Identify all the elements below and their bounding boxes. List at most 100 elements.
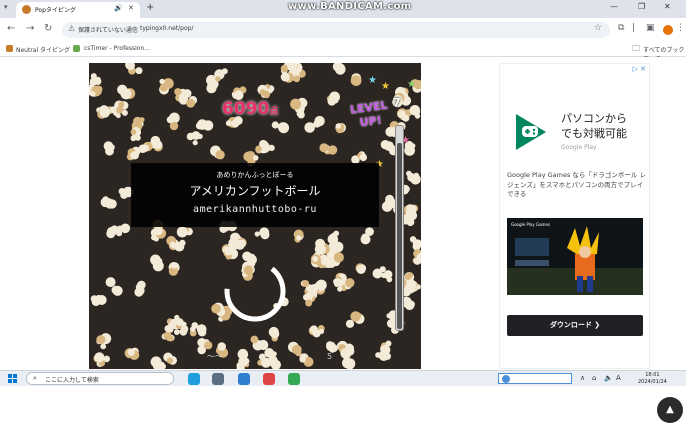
taskbar-search-box[interactable]: ⌕ ここに入力して検索 <box>26 372 174 385</box>
popcorn-kernel <box>168 262 180 276</box>
popcorn-kernel <box>96 333 112 350</box>
security-label: 保護されていない通信 <box>78 27 138 34</box>
windows-start-icon[interactable] <box>8 374 17 383</box>
ad-image-header: Google Play Games <box>511 222 550 227</box>
minimize-icon[interactable]: — <box>610 2 618 11</box>
tab-strip: ▾ Popタイピング 🔊 ✕ + www.BANDICAM.com — ❐ ✕ <box>0 0 686 18</box>
bookmarks-bar: Neutral タイピング csTimer - Profession... 🗀 … <box>0 42 686 63</box>
taskbar-clock[interactable]: 18:01 2024/01/24 <box>638 372 667 386</box>
popcorn-kernel <box>93 352 110 367</box>
menu-icon[interactable]: ⋮ <box>676 23 685 33</box>
sparkle-star-icon: ★ <box>407 79 416 90</box>
ad-choices-icon[interactable]: ▷ ✕ <box>633 65 646 73</box>
close-tab-icon[interactable]: ✕ <box>128 4 134 12</box>
popcorn-kernel <box>161 331 175 342</box>
popcorn-kernel <box>383 270 393 283</box>
popcorn-kernel <box>409 105 421 119</box>
sidebar-icon[interactable]: | <box>632 23 635 33</box>
chrome-app-icon[interactable] <box>288 373 300 385</box>
tab-title: Popタイピング <box>35 7 76 14</box>
popcorn-kernel <box>345 311 365 328</box>
maximize-icon[interactable]: ❐ <box>638 2 645 11</box>
new-tab-button[interactable]: + <box>146 2 154 13</box>
bottom-status: 〜〜 5 <box>207 352 333 361</box>
popcorn-kernel <box>342 357 356 369</box>
browser-toolbar: ← → ↻ ⚠ 保護されていない通信 typingx0.net/pop/ ☆ ⧉… <box>0 18 686 42</box>
bookmark-cstimer[interactable]: csTimer - Profession... <box>84 45 150 52</box>
taskbar-widget[interactable] <box>498 373 572 384</box>
advertisement[interactable]: ▷ ✕ パソコンから でも対戦可能 Google Play Google Pla… <box>499 63 650 369</box>
popcorn-kernel <box>100 196 117 209</box>
bookmark-star-icon[interactable]: ☆ <box>594 23 602 33</box>
popcorn-kernel <box>268 326 280 342</box>
bookmark-favicon-icon <box>73 45 80 52</box>
back-icon[interactable]: ← <box>7 23 15 34</box>
tab-search-icon[interactable]: ▾ <box>4 3 8 11</box>
popcorn-kernel <box>163 352 177 365</box>
popcorn-kernel <box>126 146 141 161</box>
scroll-to-top-button[interactable]: ▲ <box>657 397 683 423</box>
popcorn-kernel <box>360 227 374 245</box>
extensions-icon[interactable]: ⧉ <box>618 23 624 33</box>
tray-chevron-icon[interactable]: ∧ <box>580 374 585 382</box>
ad-brand: Google Play <box>561 144 597 151</box>
popcorn-kernel <box>332 63 346 75</box>
popcorn-kernel <box>130 127 142 142</box>
url-text[interactable]: typingx0.net/pop/ <box>140 25 193 32</box>
typing-game-area[interactable]: ★★★★★★ 6090点 LEVEL UP! 7 あめりかんふっとぼーる アメリ… <box>89 63 421 369</box>
ime-icon[interactable]: A <box>616 374 621 382</box>
download-button[interactable]: ダウンロード ❯ <box>507 315 643 336</box>
popcorn-kernel <box>250 335 269 351</box>
popcorn-kernel <box>375 344 391 361</box>
bandicam-record-app-icon[interactable] <box>263 373 275 385</box>
ad-image[interactable]: Google Play Games <box>507 218 643 295</box>
popcorn-kernel <box>326 91 340 106</box>
bookmark-neutral-typing[interactable]: Neutral タイピング <box>16 45 70 54</box>
forward-icon[interactable]: → <box>26 23 34 34</box>
popcorn-kernel <box>351 151 367 164</box>
popcorn-kernel <box>89 73 102 87</box>
profile-avatar[interactable] <box>663 25 673 35</box>
popcorn-kernel <box>300 280 314 292</box>
popcorn-kernel <box>103 141 115 156</box>
edge-app-icon[interactable] <box>188 373 200 385</box>
popcorn-kernel <box>303 291 316 307</box>
popcorn-kernel <box>254 227 270 240</box>
popcorn-kernel <box>223 248 239 260</box>
popcorn-kernel <box>255 141 270 154</box>
camera-app-icon[interactable] <box>212 373 224 385</box>
side-panel-icon[interactable]: ▣ <box>646 23 655 33</box>
popcorn-kernel <box>134 280 146 297</box>
popcorn-kernel <box>170 314 184 327</box>
popcorn-kernel <box>406 170 421 185</box>
word-kana: あめりかんふっとぼーる <box>216 171 294 179</box>
popcorn-kernel <box>189 322 207 337</box>
search-icon: ⌕ <box>33 374 37 382</box>
mail-app-icon[interactable] <box>238 373 250 385</box>
volume-icon[interactable]: 🔈 <box>604 374 613 382</box>
ad-description: Google Play Games なら「ドラゴンボール レジェンズ」をスマホと… <box>507 171 646 198</box>
address-bar[interactable]: ⚠ 保護されていない通信 typingx0.net/pop/ ☆ <box>62 22 610 38</box>
web-page: ★★★★★★ 6090点 LEVEL UP! 7 あめりかんふっとぼーる アメリ… <box>0 57 686 423</box>
timer-ring <box>224 260 286 322</box>
word-panel: あめりかんふっとぼーる アメリカンフットボール amerikannhuttobo… <box>131 163 379 227</box>
reload-icon[interactable]: ↻ <box>44 23 52 34</box>
popcorn-kernel <box>304 115 325 133</box>
not-secure-icon[interactable]: ⚠ <box>68 24 75 33</box>
clock-time: 18:01 <box>645 372 660 378</box>
word-romaji: amerikannhuttobo-ru <box>193 204 317 215</box>
close-window-icon[interactable]: ✕ <box>664 2 671 11</box>
tab-pop-typing[interactable]: Popタイピング 🔊 ✕ <box>16 2 140 18</box>
popcorn-kernel <box>350 73 362 86</box>
ad-artwork <box>507 218 643 295</box>
folder-icon: 🗀 <box>632 44 640 53</box>
ad-headline-line1: パソコンから <box>561 112 627 125</box>
popcorn-kernel <box>335 123 346 134</box>
speaker-icon[interactable]: 🔊 <box>114 4 123 12</box>
word-kanji: アメリカンフットボール <box>189 184 321 198</box>
sparkle-star-icon: ★ <box>381 81 390 92</box>
taskbar-search-placeholder: ここに入力して検索 <box>45 377 99 384</box>
ad-headline-line2: でも対戦可能 <box>561 127 627 140</box>
ad-headline[interactable]: パソコンから でも対戦可能 <box>561 111 627 141</box>
network-icon[interactable]: ⌂ <box>592 374 596 382</box>
